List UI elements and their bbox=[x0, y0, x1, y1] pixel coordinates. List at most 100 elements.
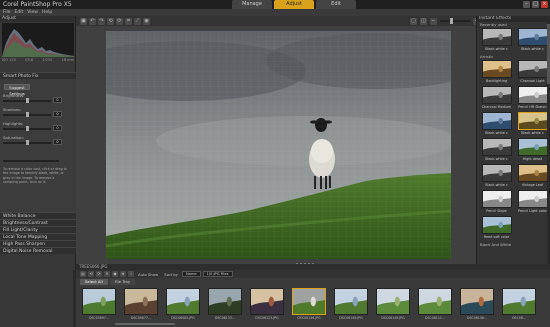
fit-window-icon[interactable]: ▢ bbox=[410, 17, 417, 25]
redo-icon[interactable]: ↷ bbox=[98, 17, 105, 25]
minimize-button[interactable]: – bbox=[523, 1, 530, 8]
effect-preset[interactable]: Vintage Leaf bbox=[516, 164, 549, 190]
thumbnail-image[interactable] bbox=[502, 288, 536, 315]
effect-preset[interactable]: Backlighting bbox=[480, 60, 513, 86]
section-white-balance[interactable]: White Balance bbox=[0, 212, 76, 219]
maximize-button[interactable]: □ bbox=[532, 1, 539, 8]
rotate-right-icon[interactable]: ⟳ bbox=[116, 17, 123, 25]
rotate-right-icon[interactable]: ⟳ bbox=[96, 271, 102, 277]
effect-preset[interactable]: Charcoal Medium bbox=[480, 86, 513, 112]
filmstrip-thumbnail[interactable]: DSC05877... bbox=[122, 286, 160, 324]
effect-thumbnail[interactable] bbox=[517, 60, 548, 78]
effect-preset[interactable]: Reed soft color bbox=[480, 216, 513, 242]
section-fill-light[interactable]: Fill Light/Clarity bbox=[0, 226, 76, 233]
section-digital-noise-removal[interactable]: Digital Noise Removal bbox=[0, 247, 76, 254]
delete-icon[interactable]: ✕ bbox=[104, 271, 110, 277]
filmstrip-thumbnail[interactable]: DSC06149.JPG bbox=[374, 286, 412, 324]
effect-preset[interactable]: Pencil HR Sketch bbox=[516, 86, 549, 112]
tab-adjust[interactable]: Adjust bbox=[274, 0, 314, 9]
rotate-left-icon[interactable]: ⟲ bbox=[88, 271, 94, 277]
effect-thumbnail[interactable] bbox=[517, 112, 548, 130]
effect-preset[interactable]: Black-white c bbox=[480, 28, 513, 54]
close-button[interactable]: × bbox=[541, 1, 548, 8]
effect-thumbnail[interactable] bbox=[481, 60, 512, 78]
slider-thumb[interactable] bbox=[26, 98, 29, 103]
thumbnail-image[interactable] bbox=[292, 288, 326, 315]
brightness-slider[interactable]: Brightness: 0 bbox=[3, 93, 73, 105]
slider-value[interactable]: 0 bbox=[53, 111, 62, 117]
thumbnail-image[interactable] bbox=[166, 288, 200, 315]
effect-preset[interactable]: Black-white c bbox=[516, 28, 549, 54]
slider-thumb[interactable] bbox=[26, 140, 29, 145]
filmstrip-scrollbar[interactable] bbox=[115, 323, 175, 325]
section-smart-photo-fix[interactable]: Smart Photo Fix bbox=[0, 72, 76, 79]
image-canvas[interactable] bbox=[76, 26, 476, 264]
effect-thumbnail[interactable] bbox=[481, 190, 512, 208]
effect-preset[interactable]: Black-white c bbox=[480, 164, 513, 190]
effect-thumbnail[interactable] bbox=[517, 138, 548, 156]
section-brightness-contrast[interactable]: Brightness/Contrast bbox=[0, 219, 76, 226]
effect-thumbnail[interactable] bbox=[517, 28, 548, 46]
slider-thumb[interactable] bbox=[26, 112, 29, 117]
thumbnail-image[interactable] bbox=[208, 288, 242, 315]
filmstrip-thumbnail[interactable]: DSC06... bbox=[500, 286, 538, 324]
actual-size-icon[interactable]: ◫ bbox=[420, 17, 427, 25]
slider-value[interactable]: 0 bbox=[53, 139, 62, 145]
effect-thumbnail[interactable] bbox=[481, 138, 512, 156]
effect-preset[interactable]: Black-white c bbox=[480, 112, 513, 138]
undo-icon[interactable]: ↶ bbox=[89, 17, 96, 25]
effect-thumbnail[interactable] bbox=[517, 86, 548, 104]
filmstrip-thumbnail[interactable]: DSC06085.JPG bbox=[164, 286, 202, 324]
zoom-slider[interactable] bbox=[440, 18, 470, 24]
slider-value[interactable]: 0 bbox=[53, 125, 62, 131]
effect-thumbnail[interactable] bbox=[481, 86, 512, 104]
highlights-slider[interactable]: Highlights: 0 bbox=[3, 121, 73, 133]
saturation-slider[interactable]: Saturation: 0 bbox=[3, 135, 73, 147]
thumbnail-image[interactable] bbox=[460, 288, 494, 315]
group-black-and-white[interactable]: Black And White bbox=[477, 242, 550, 248]
tag-icon[interactable]: ◆ bbox=[112, 271, 118, 277]
suggest-settings-button[interactable]: Suggest Settings bbox=[4, 84, 30, 96]
thumbnail-image[interactable] bbox=[124, 288, 158, 315]
zoom-out-icon[interactable]: − bbox=[430, 17, 437, 25]
filmstrip-thumbnail[interactable]: DSC05697... bbox=[80, 286, 118, 324]
effect-thumbnail[interactable] bbox=[517, 190, 548, 208]
tab-edit[interactable]: Edit bbox=[316, 0, 356, 9]
file-filter-select[interactable]: 1/0 JPG Files bbox=[202, 271, 233, 277]
effect-thumbnail[interactable] bbox=[481, 164, 512, 182]
thumbnail-image[interactable] bbox=[82, 288, 116, 315]
thumbnail-image[interactable] bbox=[376, 288, 410, 315]
folder-icon[interactable]: ▤ bbox=[80, 271, 86, 277]
red-eye-icon[interactable]: ◉ bbox=[143, 17, 150, 25]
auto-show-label[interactable]: Auto Show bbox=[136, 272, 160, 277]
effect-preset[interactable]: Pencil Light color bbox=[516, 190, 549, 216]
effect-preset[interactable]: Charcoal Light bbox=[516, 60, 549, 86]
tab-select-all[interactable]: Select All bbox=[80, 279, 108, 285]
info-icon[interactable]: i bbox=[128, 271, 134, 277]
effect-thumbnail[interactable] bbox=[481, 28, 512, 46]
effect-preset[interactable]: Black-white c bbox=[516, 112, 549, 138]
star-icon[interactable]: ★ bbox=[120, 271, 126, 277]
filmstrip-side-scrollbar[interactable] bbox=[73, 270, 76, 327]
thumbnail-image[interactable] bbox=[334, 288, 368, 315]
menu-edit[interactable]: Edit bbox=[15, 9, 24, 16]
tab-file-tray[interactable]: File Tray bbox=[109, 279, 136, 285]
crop-icon[interactable]: ⌗ bbox=[125, 17, 132, 25]
effect-thumbnail[interactable] bbox=[481, 112, 512, 130]
shadows-slider[interactable]: Shadows: 0 bbox=[3, 107, 73, 119]
save-icon[interactable]: ▣ bbox=[80, 17, 87, 25]
straighten-icon[interactable]: ⟋ bbox=[134, 17, 141, 25]
zoom-thumb[interactable] bbox=[450, 18, 453, 24]
filmstrip-thumbnail[interactable]: DSC06133... bbox=[206, 286, 244, 324]
tab-manage[interactable]: Manage bbox=[232, 0, 272, 9]
effect-thumbnail[interactable] bbox=[517, 164, 548, 182]
section-local-tone-mapping[interactable]: Local Tone Mapping bbox=[0, 233, 76, 240]
effect-preset[interactable]: Pencil Slope bbox=[480, 190, 513, 216]
slider-value[interactable]: 0 bbox=[53, 97, 62, 103]
rotate-left-icon[interactable]: ⟲ bbox=[107, 17, 114, 25]
photo-sheep[interactable] bbox=[106, 31, 451, 259]
filmstrip-thumbnail[interactable]: DSC06123.JPG bbox=[248, 286, 286, 324]
sharpness-track[interactable] bbox=[3, 160, 59, 162]
thumbnail-image[interactable] bbox=[418, 288, 452, 315]
sort-select[interactable]: Name bbox=[181, 271, 201, 277]
